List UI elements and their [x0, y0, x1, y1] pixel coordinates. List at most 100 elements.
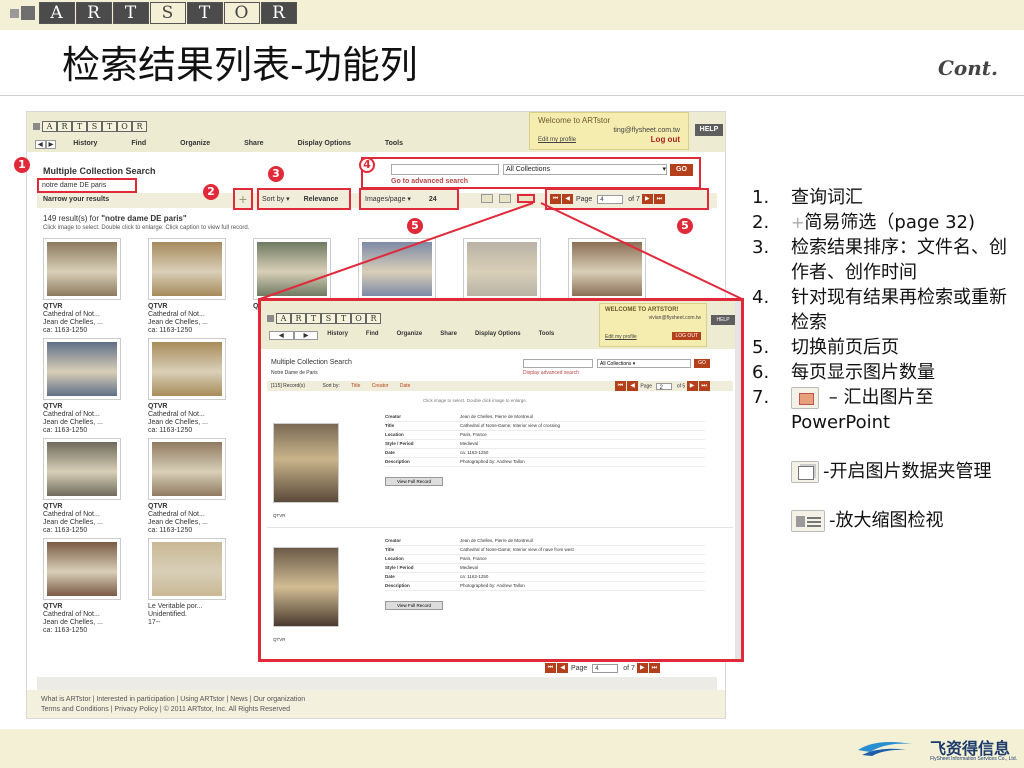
- view-full-record-button[interactable]: View Full Record: [385, 477, 443, 486]
- logout-link[interactable]: Log out: [651, 135, 680, 144]
- nav-find[interactable]: Find: [114, 140, 163, 149]
- last-page-button[interactable]: ⏭: [653, 194, 665, 204]
- thumbnail-card[interactable]: [463, 238, 559, 303]
- forward-arrow-icon[interactable]: ▶: [45, 140, 57, 149]
- sort-creator[interactable]: Creator: [372, 383, 389, 389]
- nav-organize[interactable]: Organize: [163, 140, 227, 149]
- nav-display-options[interactable]: Display Options: [281, 140, 368, 149]
- record-image[interactable]: [273, 547, 339, 627]
- search-input[interactable]: [391, 164, 499, 175]
- page-input[interactable]: 4: [597, 194, 624, 204]
- footer-legal[interactable]: Terms and Conditions | Privacy Policy | …: [41, 705, 713, 715]
- marker-5: 5: [407, 218, 423, 234]
- enlarge-thumbnail-icon[interactable]: [517, 194, 535, 203]
- thumbnail-card[interactable]: QTVR Cathedral of Not... Jean de Chelles, …: [43, 338, 139, 435]
- thumbnail-card[interactable]: QTVR Cathedral of Not... Jean de Chelles, …: [148, 438, 244, 535]
- back-arrow-icon[interactable]: ◀: [269, 331, 294, 340]
- thumbnail-card[interactable]: Le Veritable por... Unidentified. 17--: [148, 538, 244, 627]
- scrollbar[interactable]: [735, 301, 741, 659]
- metadata-row: Creator Jean de Chelles, Pierre de Montre…: [385, 537, 705, 546]
- thumbnail-card[interactable]: QTVR Cathedral of Not... Jean de Chelles, …: [43, 238, 139, 335]
- logo-letter: A: [39, 2, 75, 24]
- go-button[interactable]: GO: [670, 164, 693, 176]
- metadata-row: Style / Period Medieval: [385, 564, 705, 573]
- collection-heading: Multiple Collection Search: [43, 166, 156, 176]
- thumbnail-image[interactable]: [148, 238, 226, 300]
- images-per-page-control[interactable]: Images/page ▾ 24: [359, 188, 459, 210]
- metadata-row: Date ca: 1163-1250: [385, 573, 705, 582]
- thumbnail-card[interactable]: QTVR Cathedral of Not... Jean de Chelles, …: [148, 238, 244, 335]
- detail-search-input[interactable]: [523, 359, 593, 368]
- thumbnail-caption[interactable]: Le Veritable por... Unidentified. 17--: [148, 603, 244, 627]
- thumbnail-caption[interactable]: QTVR Cathedral of Not... Jean de Chelles, …: [43, 403, 139, 435]
- welcome-email: ting@flysheet.com.tw: [613, 127, 680, 134]
- nav-tools[interactable]: Tools: [368, 140, 420, 149]
- nav-history[interactable]: History: [56, 140, 114, 149]
- logo-square-icon: [33, 123, 40, 130]
- plus-icon: +: [791, 213, 805, 232]
- thumbnail-card[interactable]: [568, 238, 664, 303]
- record-image[interactable]: [273, 423, 339, 503]
- thumbnail-card[interactable]: QTVR Cathedral of Not... Jean de Chelles, …: [43, 538, 139, 635]
- thumbnail-caption[interactable]: QTVR Cathedral of Not... Jean de Chelles, …: [43, 503, 139, 535]
- advanced-search-link[interactable]: Go to advanced search: [391, 178, 468, 185]
- detail-go-button[interactable]: GO: [694, 359, 710, 368]
- first-page-button[interactable]: ⏮: [550, 194, 561, 204]
- thumbnail-image[interactable]: [463, 238, 541, 300]
- feature-list: 1. 查询词汇 2. +简易筛选（page 32) 3. 检索结果排序：文件名、创作者…: [752, 185, 1014, 533]
- detail-hint: Click image to select. Double click imag…: [423, 398, 528, 403]
- detail-query: Notre Dame de Paris: [271, 370, 318, 376]
- thumbnail-image[interactable]: [568, 238, 646, 300]
- thumbnail-caption[interactable]: QTVR Cathedral of Not... Jean de Chelles, …: [148, 303, 244, 335]
- thumbnail-caption[interactable]: QTVR Cathedral of Not... Jean de Chelles, …: [43, 603, 139, 635]
- footer-links[interactable]: What is ARTstor | Interested in particip…: [41, 695, 713, 705]
- view-full-record-button[interactable]: View Full Record: [385, 601, 443, 610]
- list-item: 3. 检索结果排序：文件名、创作者、创作时间: [752, 237, 1007, 283]
- filter-plus-button[interactable]: +: [233, 188, 253, 210]
- thumbnail-card[interactable]: [358, 238, 454, 303]
- sort-control[interactable]: Sort by ▾ Relevance: [257, 188, 351, 210]
- edit-profile-link[interactable]: Edit my profile: [605, 334, 637, 340]
- help-button[interactable]: HELP: [695, 124, 723, 136]
- logout-button[interactable]: LOG OUT: [672, 332, 701, 340]
- welcome-title: Welcome to ARTstor: [538, 116, 611, 125]
- logo-square-icon: [21, 6, 35, 20]
- search-box-highlight: All Collections ▾ GO Go to advanced searc…: [361, 157, 701, 189]
- thumbnail-card[interactable]: QTVR Cathedral of Not... Jean de Chelles, …: [148, 338, 244, 435]
- metadata-row: Date ca: 1163-1250: [385, 449, 705, 458]
- sort-title[interactable]: Title: [351, 383, 360, 389]
- list-item: 4. 针对现有结果再检索或重新检索: [752, 287, 1007, 333]
- marker-4: 4: [359, 157, 375, 173]
- next-page-button[interactable]: ▶: [641, 194, 653, 204]
- thumbnail-card[interactable]: QTVR Cathedral of Not... Jean de Chelles, …: [43, 438, 139, 535]
- thumbnail-caption[interactable]: QTVR Cathedral of Not... Jean de Chelles, …: [148, 403, 244, 435]
- thumbnail-image[interactable]: [43, 338, 121, 400]
- thumbnail-image[interactable]: [148, 538, 226, 600]
- thumbnail-image[interactable]: [148, 338, 226, 400]
- thumbnail-image[interactable]: [358, 238, 436, 300]
- forward-arrow-icon[interactable]: ▶: [293, 331, 319, 340]
- nav-share[interactable]: Share: [227, 140, 280, 149]
- marker-1: 1: [14, 157, 30, 173]
- edit-profile-link[interactable]: Edit my profile: [538, 137, 576, 143]
- thumbnail-image[interactable]: [43, 238, 121, 300]
- prev-page-button[interactable]: ◀: [562, 194, 573, 204]
- thumbnail-image[interactable]: [148, 438, 226, 500]
- record-tag: QTVR: [273, 513, 286, 518]
- thumbnail-image[interactable]: [43, 438, 121, 500]
- thumbnail-caption[interactable]: QTVR Cathedral of Not... Jean de Chelles, …: [148, 503, 244, 535]
- help-button[interactable]: HELP: [711, 315, 735, 325]
- display-advanced-search-link[interactable]: Display advanced search: [523, 370, 579, 376]
- collection-select[interactable]: All Collections ▾: [503, 164, 667, 175]
- sort-date[interactable]: Date: [400, 383, 411, 389]
- detail-collection-select[interactable]: All Collections ▾: [597, 359, 691, 368]
- narrow-results-label[interactable]: Narrow your results: [43, 196, 109, 203]
- results-hint: Click image to select. Double click to e…: [43, 225, 250, 231]
- thumbnail-caption[interactable]: QTVR Cathedral of Not... Jean de Chelles, …: [43, 303, 139, 335]
- export-powerpoint-icon[interactable]: [481, 194, 493, 203]
- thumbnail-image[interactable]: [253, 238, 331, 300]
- image-folder-icon[interactable]: [499, 194, 511, 203]
- back-arrow-icon[interactable]: ◀: [35, 140, 46, 149]
- thumbnail-image[interactable]: [43, 538, 121, 600]
- detail-view-screenshot: A R T S T O R ◀ ▶ History Find Organize …: [258, 298, 744, 662]
